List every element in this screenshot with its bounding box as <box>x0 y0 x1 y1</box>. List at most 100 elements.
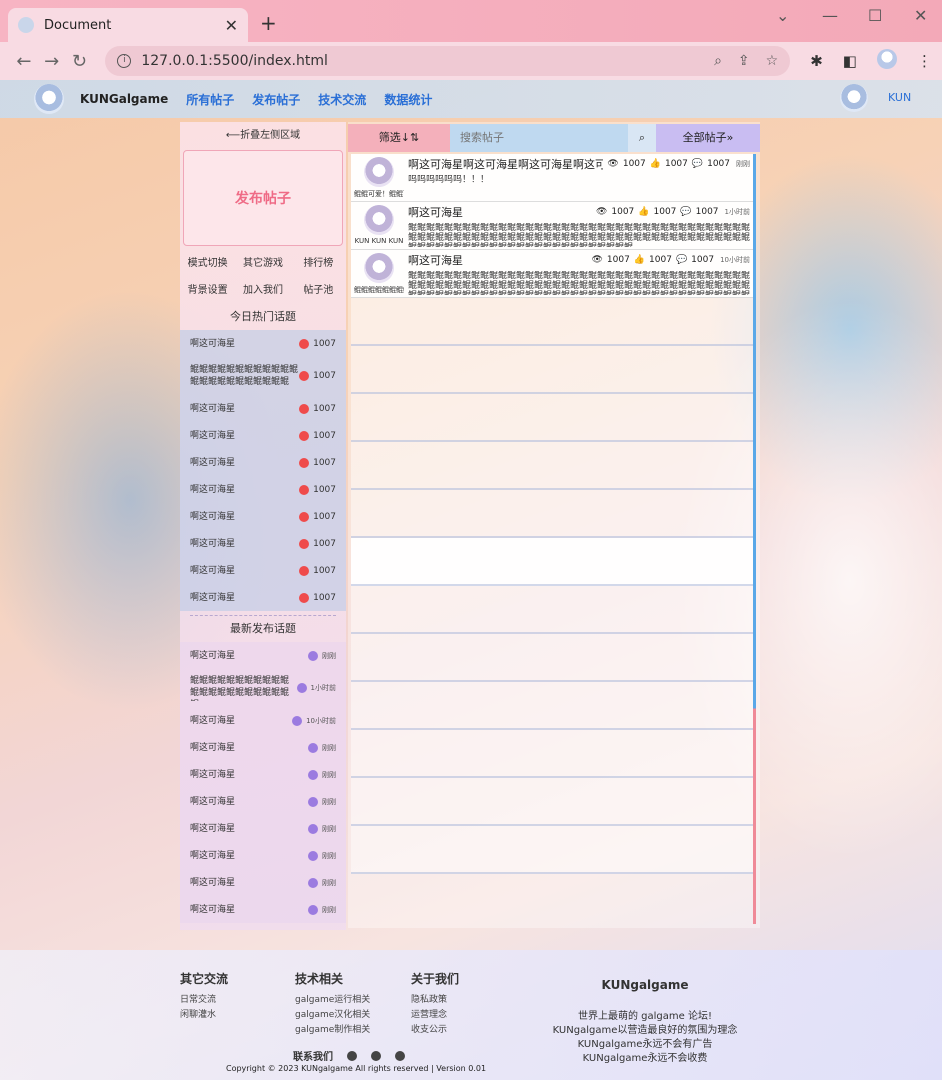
footer-brand: KUNgalgame 世界上最萌的 galgame 论坛! KUNgalgame… <box>548 978 742 1066</box>
new-topic-item[interactable]: 啊这可海星 刚刚 <box>180 761 346 788</box>
hot-topic-item[interactable]: 啊这可海星 1007 <box>180 530 346 557</box>
site-logo[interactable] <box>34 84 64 114</box>
collapse-sidebar-button[interactable]: ⟵折叠左侧区域 <box>180 122 346 150</box>
new-tab-icon[interactable]: + <box>260 11 277 35</box>
fire-icon <box>299 484 310 495</box>
new-topic-item[interactable]: 鲲鲲鲲鲲鲲鲲鲲鲲鲲鲲鲲鲲鲲鲲鲲鲲鲲鲲鲲鲲鲲鲲鲲 1小时前 <box>180 669 346 707</box>
left-sidebar: ⟵折叠左侧区域 发布帖子 模式切换 其它游戏 排行榜 背景设置 加入我们 帖子池… <box>180 122 346 930</box>
new-topic-item[interactable]: 啊这可海星 刚刚 <box>180 642 346 669</box>
post-item[interactable]: KUN KUN KUN 啊这可海星 👁 1007 👍 1007 💬 1007 1小时前… <box>351 202 753 250</box>
new-topic-title: 啊这可海星 <box>190 823 236 834</box>
tab-close-icon[interactable]: ✕ <box>225 16 238 35</box>
telegram-icon[interactable] <box>395 1050 405 1061</box>
window-close-icon[interactable]: ✕ <box>914 6 927 25</box>
maximize-icon[interactable]: ☐ <box>868 6 882 25</box>
menu-join-us[interactable]: 加入我们 <box>235 277 290 304</box>
new-topic-item[interactable]: 啊这可海星 刚刚 <box>180 842 346 869</box>
menu-post-pool[interactable]: 帖子池 <box>291 277 346 304</box>
user-name[interactable]: KUN <box>888 91 911 104</box>
thumbs-up-icon: 👍 <box>638 207 650 217</box>
qq-icon[interactable] <box>347 1050 357 1061</box>
hot-topic-item[interactable]: 啊这可海星 1007 <box>180 584 346 611</box>
footer-background <box>0 950 942 1080</box>
new-topic-item[interactable]: 啊这可海星 刚刚 <box>180 734 346 761</box>
post-item[interactable]: 鲲鲲鲲鲲鲲鲲鲲鲲 啊这可海星 👁1007 👍1007 💬1007 10小时前 鲲… <box>351 250 753 298</box>
extensions-icon[interactable]: ✱ <box>810 52 823 70</box>
hot-topic-item[interactable]: 啊这可海星 1007 <box>180 422 346 449</box>
post-author-avatar[interactable] <box>364 205 394 235</box>
footer-link[interactable]: 闲聊灌水 <box>180 1008 228 1023</box>
reload-icon[interactable]: ↻ <box>66 51 94 72</box>
side-panel-icon[interactable]: ◧ <box>843 52 857 70</box>
post-title[interactable]: 啊这可海星 <box>408 204 592 220</box>
post-list-scrollbar[interactable] <box>753 154 756 924</box>
address-bar[interactable]: i 127.0.0.1:5500/index.html ⌕ ⇪ ☆ <box>105 46 791 76</box>
new-topic-item[interactable]: 啊这可海星 刚刚 <box>180 815 346 842</box>
menu-other-games[interactable]: 其它游戏 <box>235 250 290 277</box>
new-topic-item[interactable]: 啊这可海星 刚刚 <box>180 869 346 896</box>
hot-topic-title: 啊这可海星 <box>190 511 236 522</box>
user-avatar[interactable] <box>840 84 868 112</box>
post-title[interactable]: 啊这可海星啊这可海星啊这可海星啊这可海星啊这可海星 <box>408 156 603 172</box>
post-comments: 1007 <box>691 255 715 265</box>
search-input[interactable] <box>450 124 628 152</box>
bookmark-star-icon[interactable]: ☆ <box>766 53 779 69</box>
publish-post-button[interactable]: 发布帖子 <box>183 150 343 246</box>
footer-link[interactable]: 收支公示 <box>411 1023 459 1038</box>
browser-tab[interactable]: Document ✕ <box>8 8 248 42</box>
minimize-icon[interactable]: — <box>822 6 838 25</box>
hot-topic-title: 鲲鲲鲲鲲鲲鲲鲲鲲鲲鲲鲲鲲鲲鲲鲲鲲鲲鲲鲲鲲鲲鲲鲲 <box>190 365 299 387</box>
post-author-avatar[interactable] <box>364 157 394 187</box>
share-icon[interactable]: ⇪ <box>738 53 750 69</box>
fire-icon <box>299 371 310 381</box>
new-topic-item[interactable]: 啊这可海星 刚刚 <box>180 788 346 815</box>
forward-icon[interactable]: → <box>38 51 66 72</box>
browser-menu-icon[interactable]: ⋮ <box>917 52 932 70</box>
nav-stats[interactable]: 数据统计 <box>384 91 432 108</box>
hot-topic-item[interactable]: 鲲鲲鲲鲲鲲鲲鲲鲲鲲鲲鲲鲲鲲鲲鲲鲲鲲鲲鲲鲲鲲鲲鲲 1007 <box>180 357 346 395</box>
footer-link[interactable]: 运营理念 <box>411 1008 459 1023</box>
hot-topic-item[interactable]: 啊这可海星 1007 <box>180 395 346 422</box>
hot-topic-item[interactable]: 啊这可海星 1007 <box>180 476 346 503</box>
menu-mode-switch[interactable]: 模式切换 <box>180 250 235 277</box>
profile-avatar[interactable] <box>876 49 897 73</box>
hot-topic-item[interactable]: 啊这可海星 1007 <box>180 503 346 530</box>
footer-link[interactable]: galgame汉化相关 <box>295 1008 370 1023</box>
wechat-icon[interactable] <box>371 1050 381 1061</box>
url-text[interactable]: 127.0.0.1:5500/index.html <box>141 53 698 69</box>
site-info-icon[interactable]: i <box>117 54 132 68</box>
thumbs-up-icon: 👍 <box>649 159 661 169</box>
empty-post-slot <box>351 298 753 346</box>
footer-brand-line: KUNgalgame永远不会收费 <box>582 1053 708 1064</box>
hot-topic-item[interactable]: 啊这可海星 1007 <box>180 557 346 584</box>
post-title[interactable]: 啊这可海星 <box>408 252 587 268</box>
zoom-icon[interactable]: ⌕ <box>714 53 722 69</box>
fire-icon <box>299 457 310 468</box>
tab-search-chevron-icon[interactable]: ⌄ <box>776 6 789 25</box>
tab-title: Document <box>44 17 112 33</box>
fire-icon <box>299 592 310 603</box>
new-topic-item[interactable]: 啊这可海星 10小时前 <box>180 707 346 734</box>
new-topic-item[interactable]: 啊这可海星 刚刚 <box>180 896 346 923</box>
footer-tech-title: 技术相关 <box>295 972 344 986</box>
post-item[interactable]: 鲲鲲可爱！鲲鲲可爱！ 啊这可海星啊这可海星啊这可海星啊这可海星啊这可海星 👁10… <box>351 154 753 202</box>
new-topic-title: 啊这可海星 <box>190 796 236 807</box>
nav-tech[interactable]: 技术交流 <box>318 91 366 108</box>
nav-all-posts[interactable]: 所有帖子 <box>186 91 234 108</box>
footer-link[interactable]: galgame运行相关 <box>295 993 370 1008</box>
post-author-avatar[interactable] <box>364 253 394 283</box>
filter-button[interactable]: 筛选↓⇅ <box>348 124 450 152</box>
hot-topic-item[interactable]: 啊这可海星 1007 <box>180 330 346 357</box>
footer-link[interactable]: 日常交流 <box>180 993 228 1008</box>
search-icon[interactable]: ⌕ <box>628 124 656 152</box>
back-icon[interactable]: ← <box>10 51 38 72</box>
hot-topic-item[interactable]: 啊这可海星 1007 <box>180 449 346 476</box>
footer-link[interactable]: galgame制作相关 <box>295 1023 370 1038</box>
menu-ranking[interactable]: 排行榜 <box>291 250 346 277</box>
site-brand[interactable]: KUNGalgame <box>80 92 168 106</box>
nav-publish[interactable]: 发布帖子 <box>252 91 300 108</box>
all-posts-button[interactable]: 全部帖子» <box>656 124 760 152</box>
menu-background[interactable]: 背景设置 <box>180 277 235 304</box>
footer-link[interactable]: 隐私政策 <box>411 993 459 1008</box>
post-panel: 筛选↓⇅ ⌕ 全部帖子» 鲲鲲可爱！鲲鲲可爱！ 啊这可海星啊这可海星啊这可海星啊… <box>348 122 760 928</box>
